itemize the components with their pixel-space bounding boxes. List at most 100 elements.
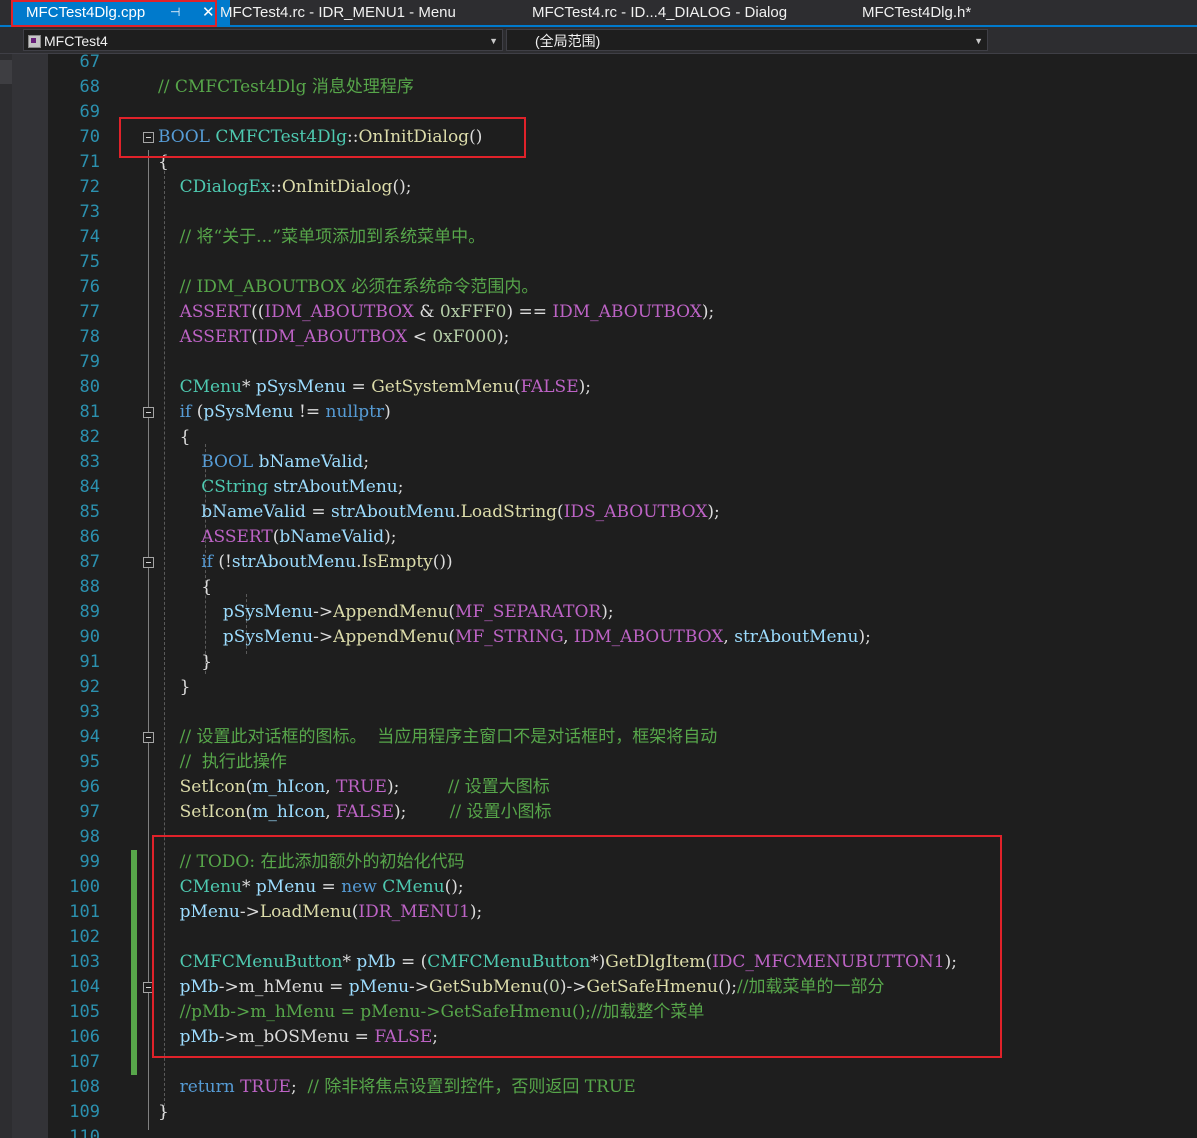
code-token: CMenu — [179, 377, 242, 397]
tab-mfctest4-rc-menu[interactable]: MFCTest4.rc - IDR_MENU1 - Menu — [220, 0, 456, 25]
code-line[interactable]: 84 CString strAboutMenu; — [48, 475, 1197, 500]
collapse-icon[interactable] — [143, 732, 154, 743]
code-token: LoadString — [460, 502, 558, 522]
code-token: MF_SEPARATOR — [455, 602, 602, 622]
code-token: } — [158, 1102, 169, 1122]
code-token: ( — [514, 377, 521, 397]
code-token: bNameValid — [279, 527, 385, 547]
code-text: CDialogEx::OnInitDialog(); — [158, 175, 412, 200]
code-line[interactable]: 90 pSysMenu->AppendMenu(MF_STRING, IDM_A… — [48, 625, 1197, 650]
line-number: 89 — [79, 602, 100, 622]
code-token: } — [158, 677, 191, 697]
line-number: 103 — [69, 952, 100, 972]
chevron-down-icon: ▼ — [974, 36, 983, 46]
project-dropdown[interactable]: MFCTest4 ▼ — [23, 29, 503, 51]
code-text: pSysMenu->AppendMenu(MF_STRING, IDM_ABOU… — [158, 625, 871, 650]
code-token: { — [158, 427, 191, 447]
code-token: BOOL — [201, 452, 254, 472]
code-line[interactable]: 110 — [48, 1125, 1197, 1138]
line-number: 100 — [69, 877, 100, 897]
code-line[interactable]: 87 if (!strAboutMenu.IsEmpty()) — [48, 550, 1197, 575]
code-token: OnInitDialog — [281, 177, 393, 197]
code-line[interactable]: 94 // 设置此对话框的图标。 当应用程序主窗口不是对话框时，框架将自动 — [48, 725, 1197, 750]
code-line[interactable]: 80 CMenu* pSysMenu = GetSystemMenu(FALSE… — [48, 375, 1197, 400]
code-line[interactable]: 92 } — [48, 675, 1197, 700]
line-number: 92 — [79, 677, 100, 697]
code-line[interactable]: 93 — [48, 700, 1197, 725]
code-token: MF_STRING — [455, 627, 564, 647]
code-token: if — [201, 552, 213, 572]
code-token: = — [346, 377, 372, 397]
code-token: (); — [392, 177, 412, 197]
collapse-icon[interactable] — [143, 407, 154, 418]
scope-dropdown[interactable]: (全局范围) ▼ — [506, 29, 988, 51]
code-line[interactable]: 68 // CMFCTest4Dlg 消息处理程序 — [48, 75, 1197, 100]
code-line[interactable]: 75 — [48, 250, 1197, 275]
code-line[interactable]: 74 // 将“关于...”菜单项添加到系统菜单中。 — [48, 225, 1197, 250]
code-line[interactable]: 77 ASSERT((IDM_ABOUTBOX & 0xFFF0) == IDM… — [48, 300, 1197, 325]
code-line[interactable]: 81 if (pSysMenu != nullptr) — [48, 400, 1197, 425]
collapse-icon[interactable] — [143, 557, 154, 568]
code-line[interactable]: 95 // 执行此操作 — [48, 750, 1197, 775]
line-number: 82 — [79, 427, 100, 447]
tab-mfctest4-rc-dialog[interactable]: MFCTest4.rc - ID...4_DIALOG - Dialog — [532, 0, 787, 25]
code-line[interactable]: 82 { — [48, 425, 1197, 450]
change-indicator — [131, 875, 137, 900]
code-line[interactable]: 96 SetIcon(m_hIcon, TRUE); // 设置大图标 — [48, 775, 1197, 800]
code-token: != — [293, 402, 326, 422]
code-line[interactable]: 73 — [48, 200, 1197, 225]
code-line[interactable]: 72 CDialogEx::OnInitDialog(); — [48, 175, 1197, 200]
code-token: ( — [557, 502, 564, 522]
code-token: IsEmpty — [361, 552, 433, 572]
code-token: IDM_ABOUTBOX — [573, 627, 724, 647]
code-token: strAboutMenu — [734, 627, 859, 647]
line-number: 108 — [69, 1077, 100, 1097]
code-token: ) == — [506, 302, 553, 322]
code-text: SetIcon(m_hIcon, TRUE); // 设置大图标 — [158, 775, 550, 800]
line-number: 94 — [79, 727, 100, 747]
code-token: * — [242, 377, 256, 397]
tab-mfctest4dlg-h[interactable]: MFCTest4Dlg.h* — [862, 0, 971, 25]
code-line[interactable]: 97 SetIcon(m_hIcon, FALSE); // 设置小图标 — [48, 800, 1197, 825]
code-line[interactable]: 76 // IDM_ABOUTBOX 必须在系统命令范围内。 — [48, 275, 1197, 300]
code-token: TRUE — [240, 1077, 291, 1097]
code-token: ; — [397, 477, 404, 497]
code-token: strAboutMenu — [273, 477, 398, 497]
code-token: // 设置此对话框的图标。 当应用程序主窗口不是对话框时，框架将自动 — [179, 727, 718, 747]
code-line[interactable]: 108 return TRUE; // 除非将焦点设置到控件，否则返回 TRUE — [48, 1075, 1197, 1100]
scope-dropdown-value: (全局范围) — [535, 33, 601, 49]
code-line[interactable]: 109} — [48, 1100, 1197, 1125]
line-number: 105 — [69, 1002, 100, 1022]
line-number: 76 — [79, 277, 100, 297]
line-number: 101 — [69, 902, 100, 922]
code-token: ASSERT — [179, 302, 252, 322]
line-number: 75 — [79, 252, 100, 272]
code-line[interactable]: 91 } — [48, 650, 1197, 675]
code-token: bNameValid — [201, 502, 306, 522]
change-indicator — [131, 950, 137, 975]
code-line[interactable]: 88 { — [48, 575, 1197, 600]
code-line[interactable]: 79 — [48, 350, 1197, 375]
code-line[interactable]: 83 BOOL bNameValid; — [48, 450, 1197, 475]
code-line[interactable]: 85 bNameValid = strAboutMenu.LoadString(… — [48, 500, 1197, 525]
code-token: ); — [701, 302, 715, 322]
code-token: } — [158, 652, 213, 672]
line-number: 83 — [79, 452, 100, 472]
code-text: // 设置此对话框的图标。 当应用程序主窗口不是对话框时，框架将自动 — [158, 725, 718, 750]
code-token: , — [325, 777, 337, 797]
line-number: 110 — [69, 1127, 100, 1138]
code-text: if (pSysMenu != nullptr) — [158, 400, 391, 425]
line-number: 96 — [79, 777, 100, 797]
change-indicator — [131, 850, 137, 875]
code-line[interactable]: 86 ASSERT(bNameValid); — [48, 525, 1197, 550]
code-line[interactable]: 89 pSysMenu->AppendMenu(MF_SEPARATOR); — [48, 600, 1197, 625]
change-indicator — [131, 1025, 137, 1050]
line-number: 86 — [79, 527, 100, 547]
code-line[interactable]: 78 ASSERT(IDM_ABOUTBOX < 0xF000); — [48, 325, 1197, 350]
code-text: { — [158, 425, 191, 450]
code-line[interactable]: 67 — [48, 54, 1197, 75]
code-token: m_hIcon — [252, 802, 326, 822]
code-text: CString strAboutMenu; — [158, 475, 404, 500]
